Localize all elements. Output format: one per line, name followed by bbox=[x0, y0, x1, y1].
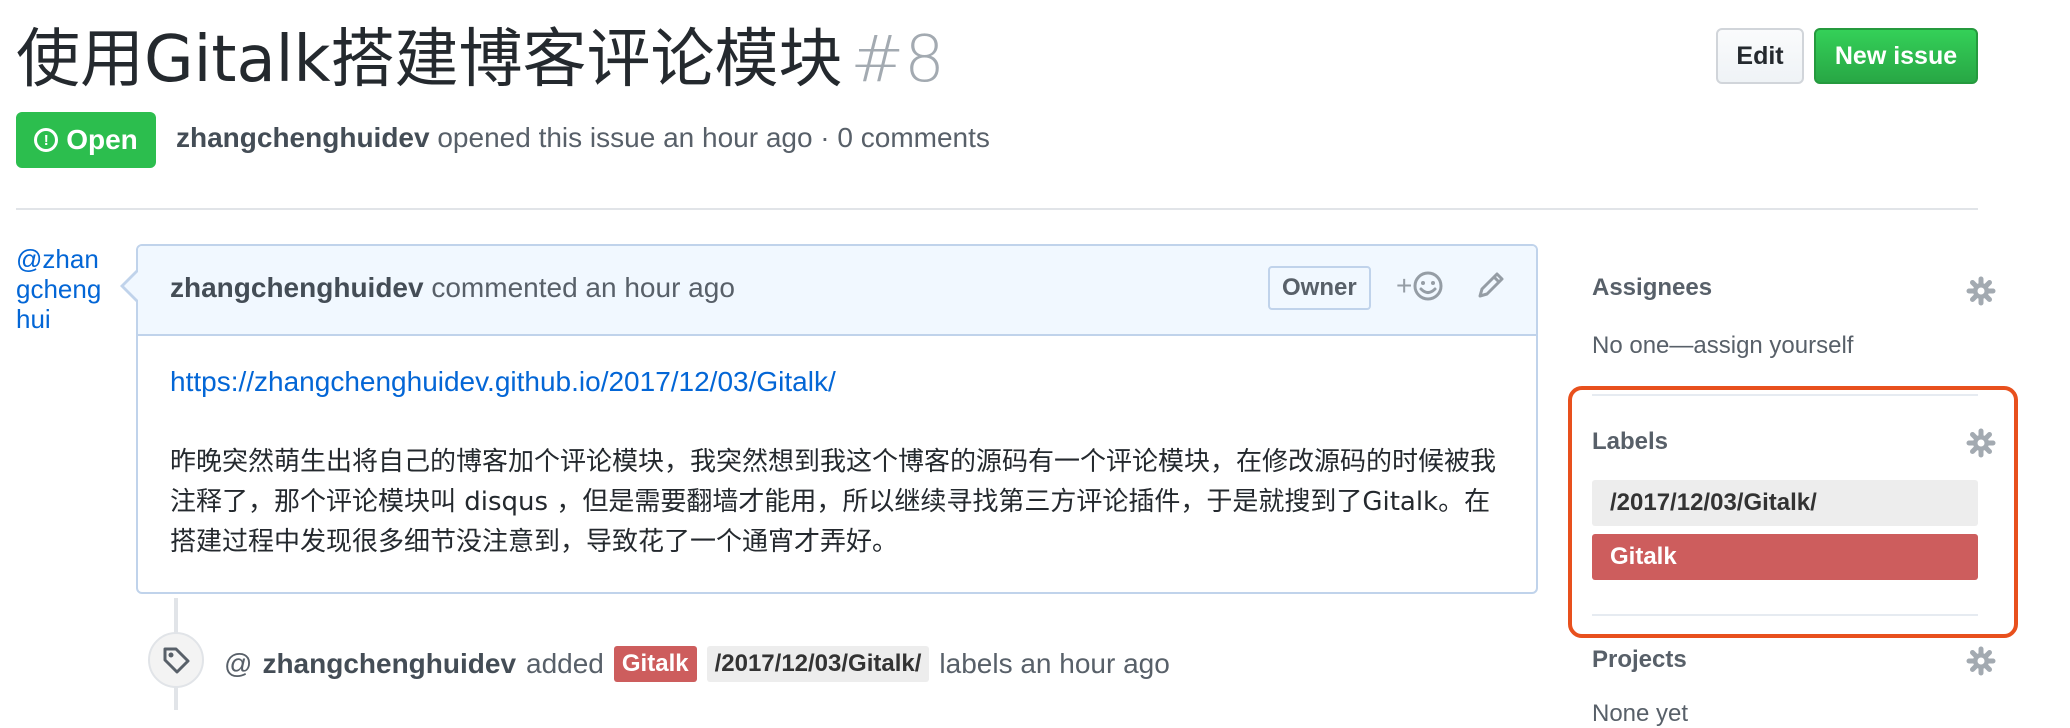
issue-state-badge: ! Open bbox=[16, 112, 156, 168]
comment-timestamp[interactable]: commented an hour ago bbox=[431, 272, 735, 303]
tag-icon bbox=[163, 647, 190, 674]
comment-link[interactable]: https://zhangchenghuidev.github.io/2017/… bbox=[170, 366, 836, 398]
issue-meta: zhangchenghuidev opened this issue an ho… bbox=[176, 122, 990, 154]
add-reaction-button[interactable]: + bbox=[1396, 270, 1444, 302]
labels-highlight-box bbox=[1568, 386, 2018, 638]
label-event: @ zhangchenghuidev added Gitalk /2017/12… bbox=[224, 646, 1170, 682]
issue-number: #8 bbox=[850, 23, 945, 97]
issue-title: 使用Gitalk搭建博客评论模块 #8 bbox=[16, 18, 945, 102]
issue-opened-icon: ! bbox=[34, 128, 59, 152]
gear-icon bbox=[1966, 276, 1996, 306]
event-verb: added bbox=[526, 648, 604, 679]
timeline-badge bbox=[148, 632, 204, 688]
comment-header: zhangchenghuidev commented an hour ago O… bbox=[138, 246, 1536, 336]
event-label-gitalk[interactable]: Gitalk bbox=[613, 646, 697, 682]
comment-caret-fill bbox=[124, 272, 138, 300]
edit-comment-button[interactable] bbox=[1474, 268, 1508, 307]
at-symbol: @ bbox=[224, 648, 253, 679]
projects-value: None yet bbox=[1592, 700, 1689, 727]
comment-box: zhangchenghuidev commented an hour ago O… bbox=[136, 244, 1538, 594]
issue-state-label: Open bbox=[66, 124, 138, 155]
avatar[interactable]: @zhangchenghui bbox=[16, 244, 102, 334]
pencil-icon bbox=[1478, 272, 1504, 298]
edit-button[interactable]: Edit bbox=[1716, 28, 1804, 84]
event-label-path[interactable]: /2017/12/03/Gitalk/ bbox=[706, 646, 930, 682]
header-divider bbox=[16, 208, 1978, 210]
assignees-heading: Assignees bbox=[1592, 274, 1713, 301]
event-actor-link[interactable]: zhangchenghuidev bbox=[262, 648, 516, 680]
comment-author-link[interactable]: zhangchenghuidev bbox=[170, 272, 424, 303]
projects-gear-button[interactable] bbox=[1966, 646, 1996, 681]
gear-icon bbox=[1966, 646, 1996, 676]
owner-badge: Owner bbox=[1268, 266, 1371, 310]
issue-author-link[interactable]: zhangchenghuidev bbox=[176, 122, 430, 153]
assignees-gear-button[interactable] bbox=[1966, 276, 1996, 311]
assignees-value[interactable]: No one—assign yourself bbox=[1592, 332, 1853, 360]
projects-heading: Projects bbox=[1592, 646, 1687, 673]
new-issue-button[interactable]: New issue bbox=[1814, 28, 1978, 84]
event-suffix: labels an hour ago bbox=[939, 648, 1170, 679]
smiley-icon bbox=[1413, 271, 1443, 301]
comment-header-text: zhangchenghuidev commented an hour ago bbox=[170, 272, 735, 304]
plus-sign: + bbox=[1396, 270, 1413, 301]
issue-title-text: 使用Gitalk搭建博客评论模块 bbox=[16, 23, 843, 97]
comment-body: 昨晚突然萌生出将自己的博客加个评论模块，我突然想到我这个博客的源码有一个评论模块… bbox=[170, 447, 1497, 557]
issue-meta-text: opened this issue an hour ago · 0 commen… bbox=[437, 122, 990, 153]
